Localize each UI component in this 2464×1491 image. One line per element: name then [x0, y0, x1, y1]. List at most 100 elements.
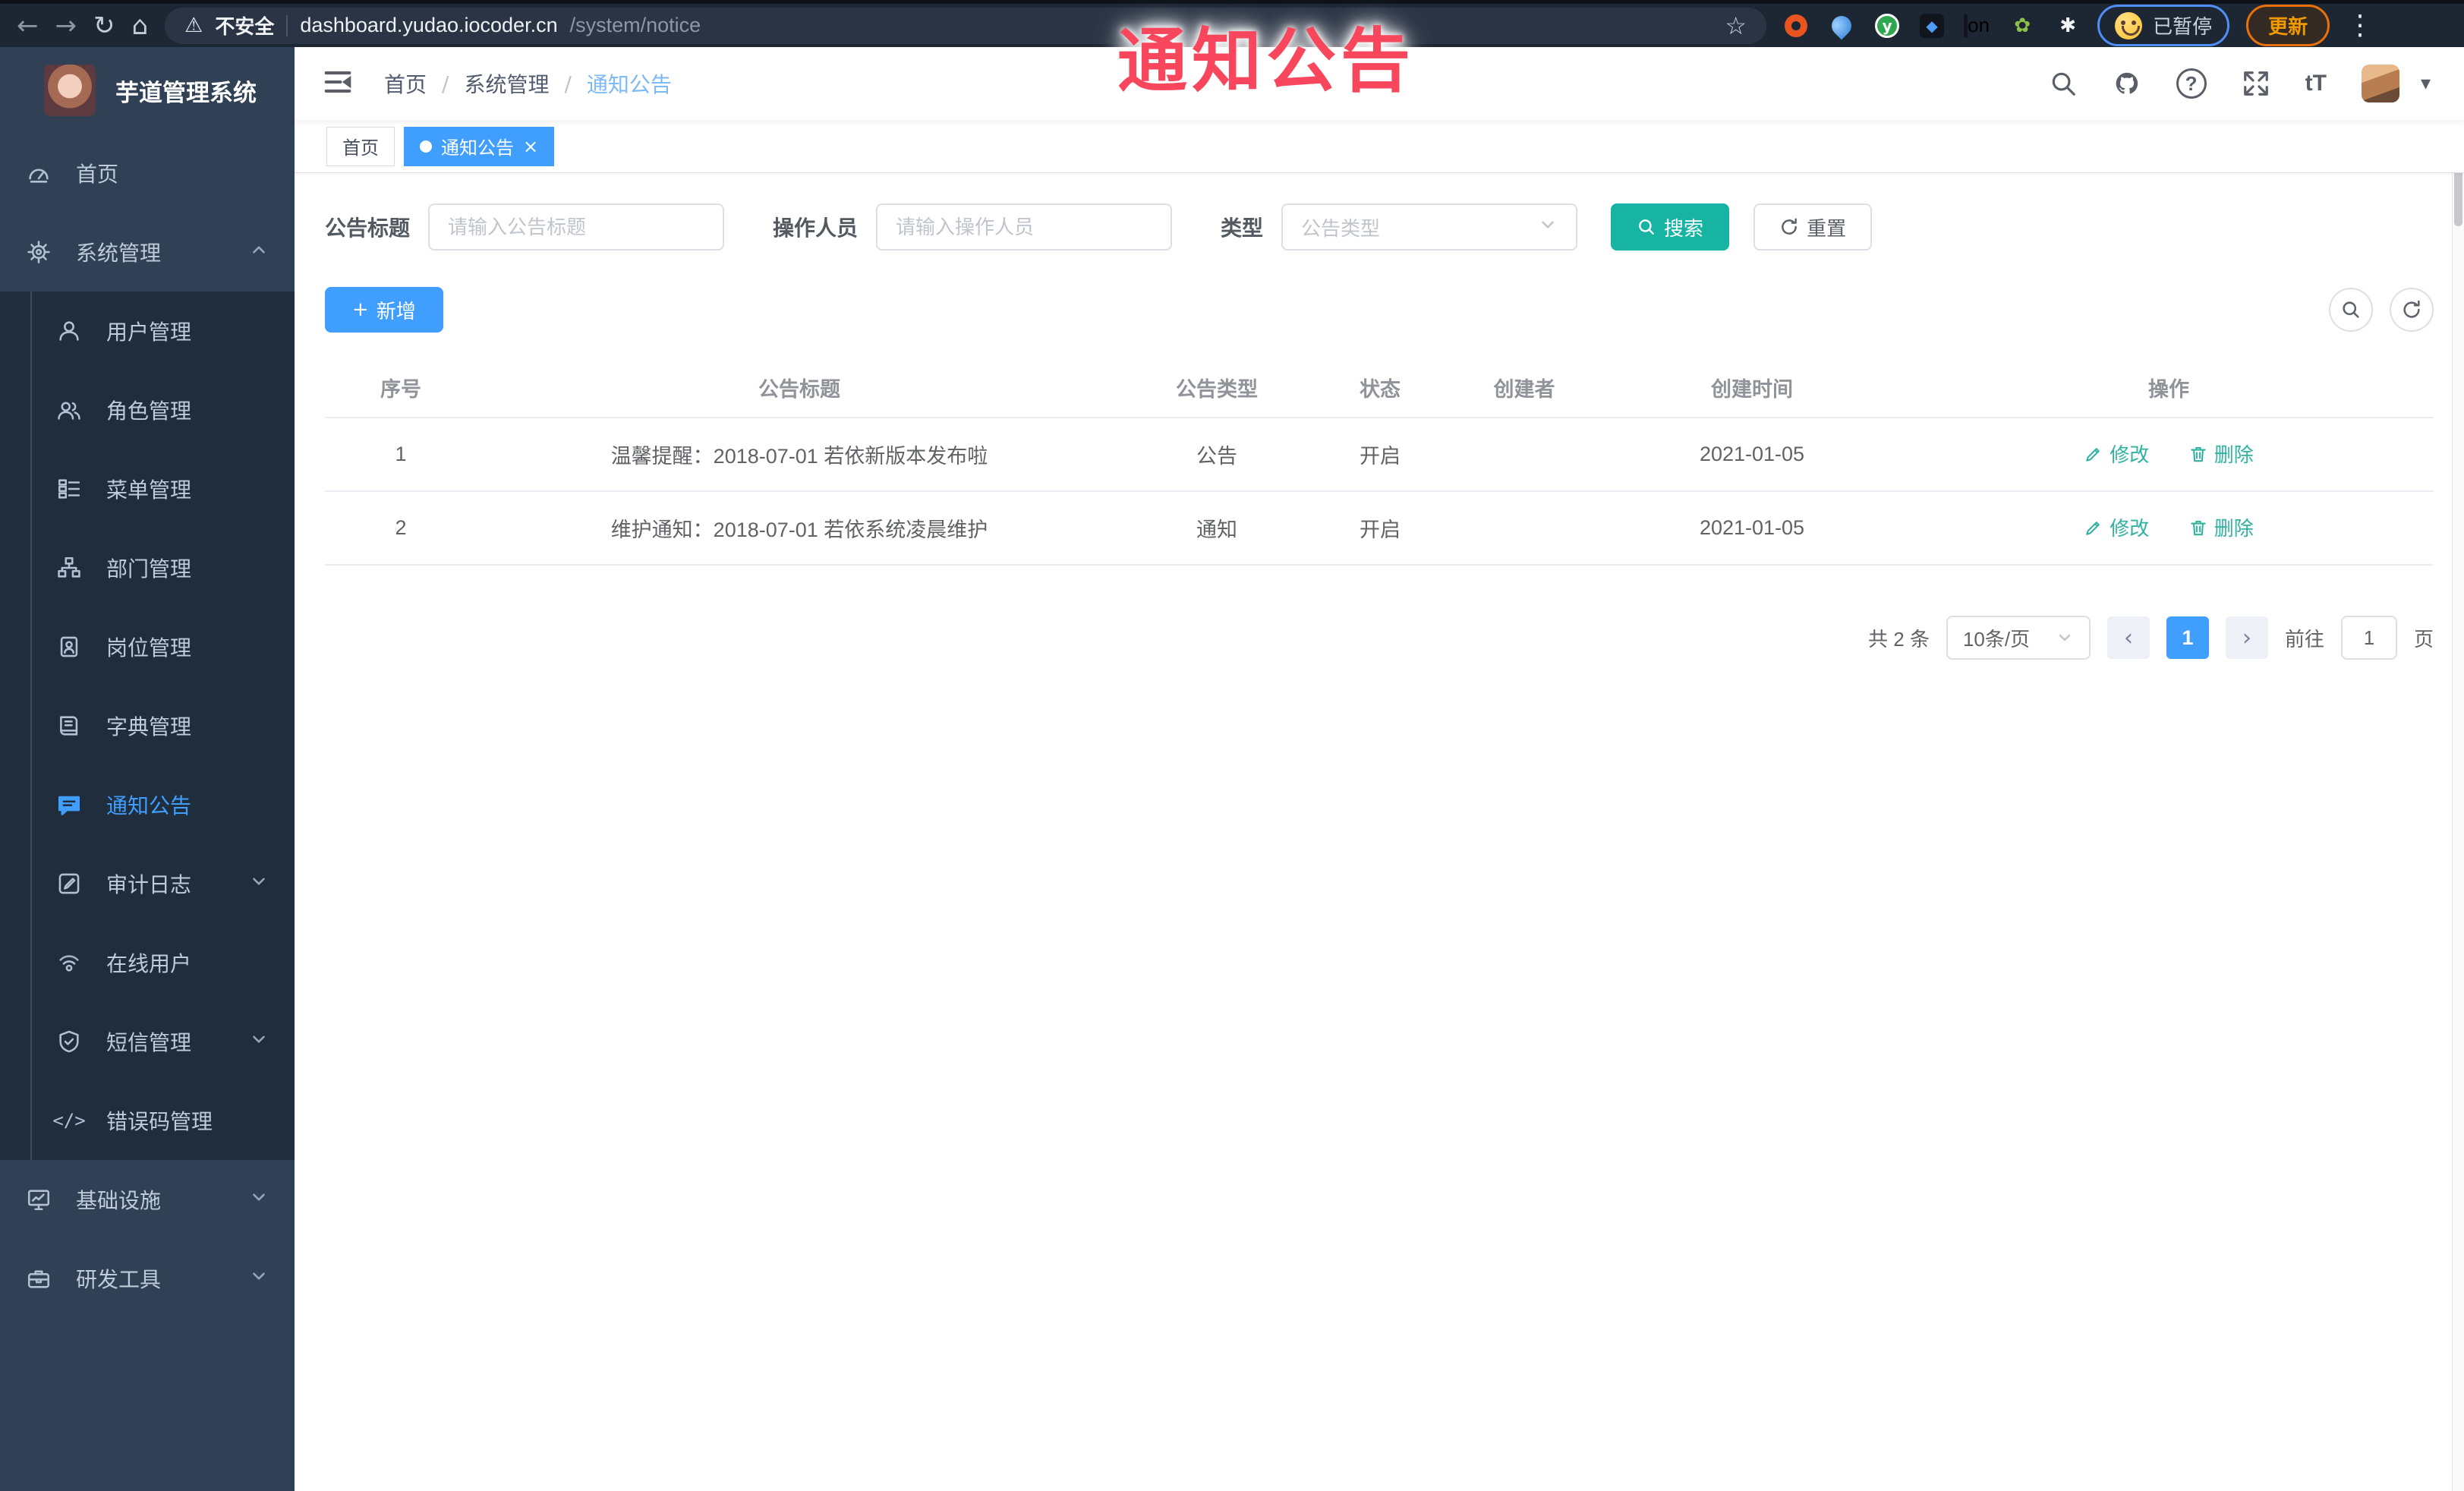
sidebar-item-label: 审计日志 [106, 873, 192, 897]
notice-table: 序号 公告标题 公告类型 状态 创建者 创建时间 操作 1 温馨提醒：2018-… [325, 358, 2434, 566]
sidebar-item-users[interactable]: 用户管理 [0, 292, 295, 370]
back-icon[interactable]: ← [17, 13, 39, 39]
tab-home[interactable]: 首页 [326, 126, 395, 166]
delete-link[interactable]: 删除 [2188, 440, 2254, 468]
extension-icon[interactable] [1783, 13, 1809, 39]
reset-button[interactable]: 重置 [1753, 203, 1873, 251]
tab-label: 首页 [342, 138, 379, 159]
window-scrollbar[interactable] [2452, 47, 2464, 1491]
font-size-icon[interactable]: tT [2305, 71, 2327, 96]
search-icon [1639, 219, 1654, 235]
sidebar-item-notice[interactable]: 通知公告 [0, 765, 295, 844]
toggle-search-button[interactable] [2329, 288, 2373, 332]
add-button[interactable]: + 新增 [325, 287, 443, 333]
extension-icon[interactable]: ◆ [1920, 13, 1945, 38]
tab-notice[interactable]: 通知公告 × [404, 126, 555, 166]
extension-on-badge: on [1968, 14, 1990, 36]
sidebar: 芋道管理系统 首页 系统管理 用户管理 角色管理 菜单管理 部门管理 岗位管理 … [0, 47, 295, 1491]
cell-creator [1448, 491, 1600, 566]
search-button[interactable]: 搜索 [1611, 203, 1730, 251]
title-filter-input[interactable] [428, 203, 725, 251]
sidebar-item-label: 角色管理 [106, 399, 192, 423]
close-icon[interactable]: × [523, 136, 538, 157]
table-row[interactable]: 1 温馨提醒：2018-07-01 若依新版本发布啦 公告 开启 2021-01… [325, 418, 2434, 492]
breadcrumb-home[interactable]: 首页 [384, 68, 427, 99]
current-page-button[interactable]: 1 [2166, 616, 2209, 659]
address-bar[interactable]: ⚠ 不安全 dashboard.yudao.iocoder.cn/system/… [165, 7, 1767, 44]
app-title: 芋道管理系统 [115, 79, 257, 106]
type-filter-select[interactable]: 公告类型 [1281, 203, 1578, 251]
sidebar-item-infrastructure[interactable]: 基础设施 [0, 1160, 295, 1239]
extension-icon[interactable]: y [1874, 13, 1900, 39]
sidebar-item-label: 在线用户 [106, 952, 192, 976]
sidebar-item-posts[interactable]: 岗位管理 [0, 607, 295, 686]
help-icon[interactable]: ? [2176, 68, 2207, 99]
profile-chip[interactable]: 已暂停 [2097, 5, 2230, 46]
pagination: 共 2 条 10条/页 ‹ 1 › 前往 页 [325, 616, 2434, 660]
title-filter-label: 公告标题 [325, 216, 411, 240]
sidebar-item-label: 错误码管理 [106, 1110, 213, 1133]
edit-link[interactable]: 修改 [2084, 513, 2149, 541]
operator-filter-label: 操作人员 [773, 216, 859, 240]
bookmark-star-icon[interactable]: ☆ [1725, 11, 1747, 40]
breadcrumb-system[interactable]: 系统管理 [464, 68, 549, 99]
not-secure-label: 不安全 [215, 15, 275, 38]
col-index: 序号 [325, 358, 477, 418]
search-icon[interactable] [2049, 69, 2078, 98]
sidebar-item-dict[interactable]: 字典管理 [0, 686, 295, 765]
sidebar-item-label: 研发工具 [76, 1268, 162, 1291]
browser-update-button[interactable]: 更新 [2246, 5, 2330, 46]
sidebar-item-label: 短信管理 [106, 1031, 192, 1054]
sidebar-item-system[interactable]: 系统管理 [0, 213, 295, 292]
sidebar-item-home[interactable]: 首页 [0, 134, 295, 213]
sidebar-item-error-codes[interactable]: </> 错误码管理 [0, 1081, 295, 1160]
cell-created-at: 2021-01-05 [1600, 418, 1904, 492]
cell-type: 公告 [1122, 418, 1312, 492]
app-logo-row[interactable]: 芋道管理系统 [0, 47, 295, 134]
col-type: 公告类型 [1122, 358, 1312, 418]
edit-link[interactable]: 修改 [2084, 440, 2149, 468]
browser-menu-icon[interactable]: ⋮ [2346, 10, 2374, 41]
page-size-select[interactable]: 10条/页 [1946, 616, 2091, 660]
cell-creator [1448, 418, 1600, 492]
sidebar-item-audit-log[interactable]: 审计日志 [0, 844, 295, 923]
next-page-button[interactable]: › [2225, 616, 2268, 659]
fullscreen-icon[interactable] [2242, 69, 2270, 98]
sidebar-submenu-system: 用户管理 角色管理 菜单管理 部门管理 岗位管理 字典管理 通知公告 审计日志 … [0, 292, 295, 1160]
cell-actions: 修改 删除 [1904, 418, 2434, 492]
roles-icon [55, 396, 83, 424]
extension-icon[interactable]: on [1964, 13, 1990, 39]
extensions-puzzle-icon[interactable]: ✱ [2055, 13, 2081, 39]
sidebar-item-dev-tools[interactable]: 研发工具 [0, 1239, 295, 1318]
goto-page-input[interactable] [2340, 616, 2397, 660]
prev-page-button[interactable]: ‹ [2106, 616, 2150, 659]
sidebar-item-online-users[interactable]: 在线用户 [0, 923, 295, 1002]
sidebar-item-roles[interactable]: 角色管理 [0, 370, 295, 449]
tab-label: 通知公告 [441, 138, 514, 159]
user-avatar[interactable] [2361, 65, 2399, 102]
home-icon[interactable]: ⌂ [132, 13, 149, 39]
sidebar-item-sms[interactable]: 短信管理 [0, 1002, 295, 1081]
reload-icon[interactable]: ↻ [93, 13, 115, 39]
github-icon[interactable] [2113, 69, 2141, 98]
sidebar-item-label: 系统管理 [76, 241, 162, 265]
monitor-chart-icon [24, 1185, 53, 1214]
caret-down-icon[interactable]: ▾ [2421, 72, 2431, 95]
refresh-table-button[interactable] [2390, 288, 2434, 332]
sidebar-item-departments[interactable]: 部门管理 [0, 528, 295, 607]
extension-icon[interactable] [1827, 11, 1856, 39]
dashboard-icon [24, 159, 53, 188]
cell-title: 维护通知：2018-07-01 若依系统凌晨维护 [477, 491, 1122, 566]
breadcrumb-separator: / [564, 71, 572, 96]
address-separator [286, 14, 288, 36]
extension-icon[interactable]: ✿ [2009, 13, 2035, 39]
delete-link[interactable]: 删除 [2188, 513, 2254, 541]
sidebar-item-menus[interactable]: 菜单管理 [0, 449, 295, 528]
breadcrumb-separator: / [442, 71, 449, 96]
cell-index: 1 [325, 418, 477, 492]
sidebar-collapse-icon[interactable] [322, 69, 354, 99]
extensions-area: y ◆ on ✿ ✱ [1783, 11, 2081, 39]
table-row[interactable]: 2 维护通知：2018-07-01 若依系统凌晨维护 通知 开启 2021-01… [325, 491, 2434, 566]
operator-filter-input[interactable] [876, 203, 1173, 251]
forward-icon[interactable]: → [55, 13, 77, 39]
